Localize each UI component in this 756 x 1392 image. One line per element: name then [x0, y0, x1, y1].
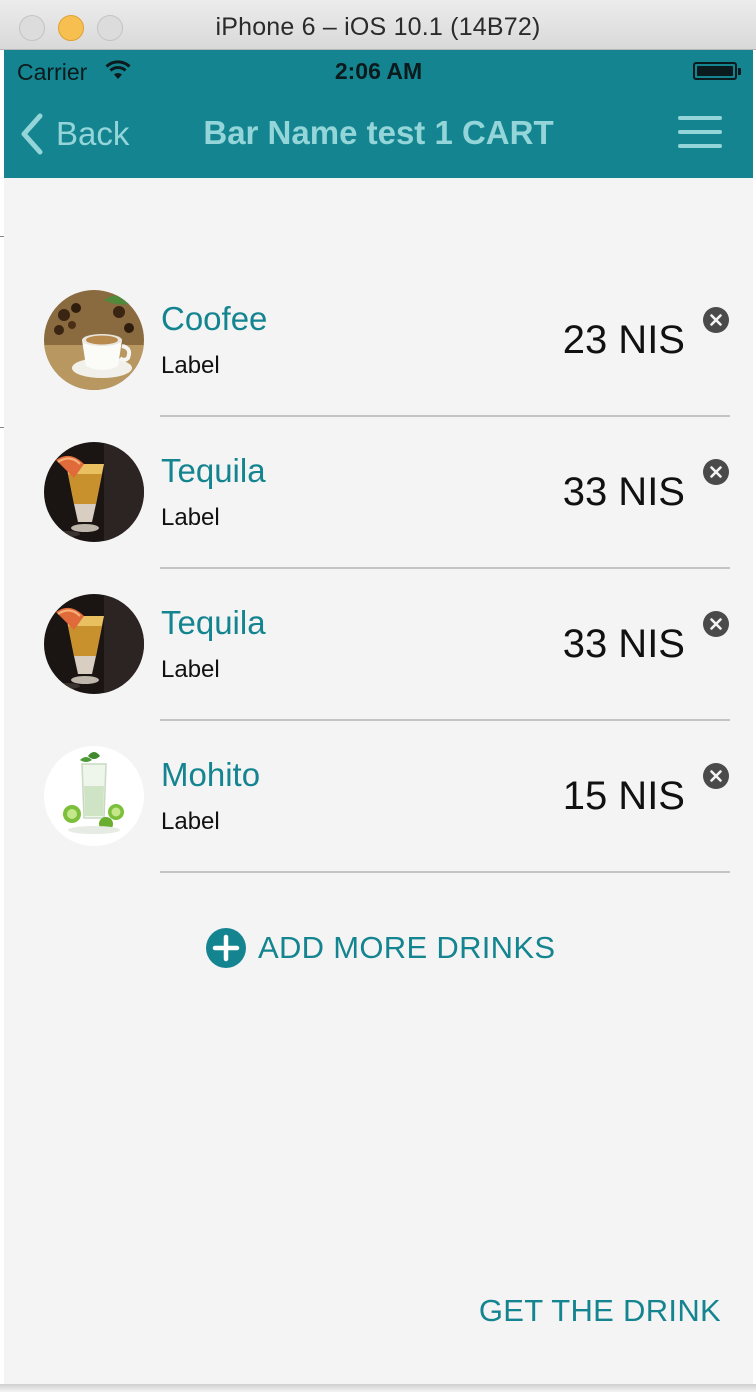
page-title: Bar Name test 1 CART: [203, 114, 554, 151]
hamburger-line: [678, 130, 722, 134]
item-name: Mohito: [161, 756, 261, 793]
item-label: Label: [161, 808, 220, 835]
cart-item[interactable]: Tequila Label 33 NIS: [4, 442, 753, 594]
item-name: Coofee: [161, 300, 268, 337]
remove-item-icon[interactable]: [702, 306, 730, 334]
menu-button[interactable]: [678, 116, 722, 148]
battery-icon: [693, 62, 741, 80]
item-name: Tequila: [161, 604, 266, 641]
remove-item-icon[interactable]: [702, 458, 730, 486]
row-divider: [160, 719, 730, 721]
item-label: Label: [161, 504, 220, 531]
item-label: Label: [161, 656, 220, 683]
add-more-drinks-button[interactable]: ADD MORE DRINKS: [206, 928, 555, 968]
item-price: 23 NIS: [562, 318, 685, 362]
simulator-titlebar: iPhone 6 – iOS 10.1 (14B72): [0, 0, 756, 50]
hamburger-line: [678, 116, 722, 120]
status-time: 2:06 AM: [334, 58, 423, 84]
tequila-image: [44, 594, 144, 694]
add-more-label: ADD MORE DRINKS: [258, 930, 556, 965]
remove-item-icon[interactable]: [702, 610, 730, 638]
item-name: Tequila: [161, 452, 266, 489]
cart-item[interactable]: Mohito Label 15 NIS: [4, 746, 753, 898]
row-divider: [160, 871, 730, 873]
navigation-bar: Carrier 2:06 AM Back Bar Name test 1 CAR…: [4, 50, 753, 178]
item-price: 33 NIS: [562, 470, 685, 514]
window-bottom-edge: [0, 1384, 756, 1392]
cart-list: Coofee Label 23 NIS Tequila Label 33 NIS…: [4, 290, 753, 898]
tequila-image: [44, 442, 144, 542]
window-title: iPhone 6 – iOS 10.1 (14B72): [215, 13, 541, 41]
hamburger-line: [678, 144, 722, 148]
item-label: Label: [161, 352, 220, 379]
plus-circle-icon: [206, 928, 246, 968]
phone-screen: Carrier 2:06 AM Back Bar Name test 1 CAR…: [4, 50, 753, 1384]
item-price: 33 NIS: [562, 622, 685, 666]
remove-item-icon[interactable]: [702, 762, 730, 790]
item-price: 15 NIS: [562, 774, 685, 818]
get-the-drink-button[interactable]: GET THE DRINK: [479, 1293, 721, 1329]
mojito-image: [44, 746, 144, 846]
row-divider: [160, 415, 730, 417]
row-divider: [160, 567, 730, 569]
cart-item[interactable]: Coofee Label 23 NIS: [4, 290, 753, 442]
coffee-image: [44, 290, 144, 390]
cart-item[interactable]: Tequila Label 33 NIS: [4, 594, 753, 746]
